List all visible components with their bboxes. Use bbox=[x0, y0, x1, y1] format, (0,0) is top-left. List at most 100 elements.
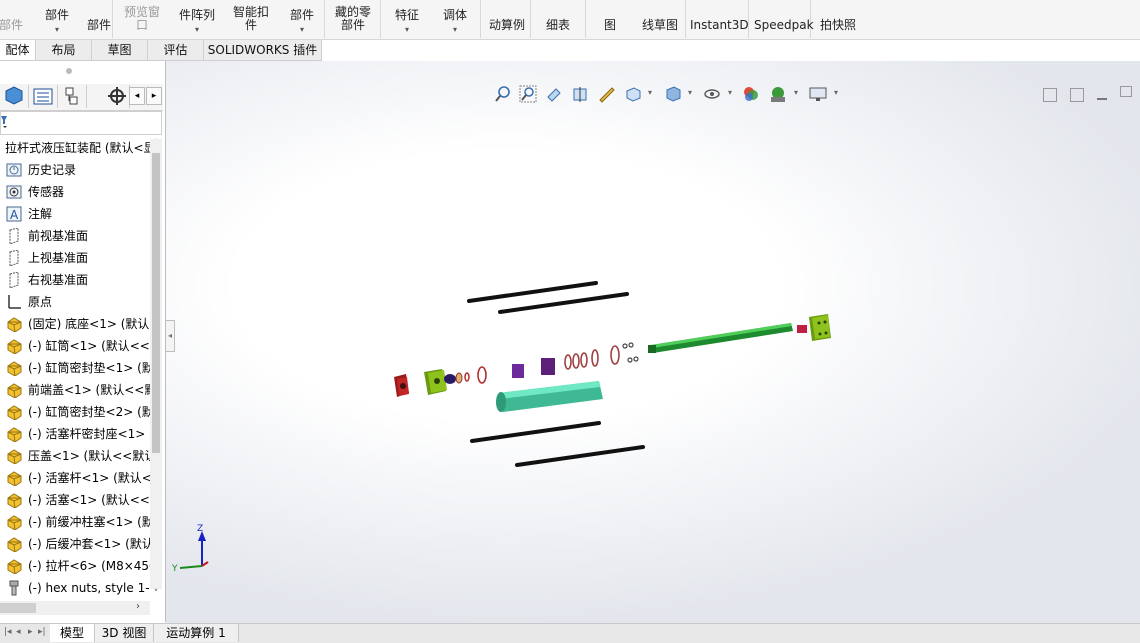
next-tab-icon[interactable]: ▸ bbox=[28, 627, 36, 638]
ribbon-command-label: 拍快照 bbox=[819, 18, 856, 32]
ribbon-command-10[interactable]: 动算例 bbox=[485, 19, 529, 32]
scrollbar-thumb[interactable] bbox=[152, 153, 160, 453]
tree-item[interactable]: (-) 活塞<1> (默认<<默 bbox=[0, 489, 150, 511]
dropdown-caret-icon[interactable]: ▾ bbox=[172, 23, 222, 36]
ribbon-command-16[interactable]: 拍快照 bbox=[818, 19, 858, 32]
dynamic-annotation-icon[interactable] bbox=[598, 85, 616, 103]
tree-item[interactable]: 上视基准面 bbox=[0, 247, 150, 269]
tree-item[interactable]: 历史记录 bbox=[0, 159, 150, 181]
tab-assembly[interactable]: 配体 bbox=[0, 40, 36, 60]
property-manager-tab-icon[interactable] bbox=[29, 85, 58, 108]
dropdown-caret-icon[interactable]: ▾ bbox=[40, 23, 74, 36]
ribbon-command-3[interactable]: 预览窗口 bbox=[116, 6, 168, 32]
tree-item[interactable]: (-) 缸筒<1> (默认<<默 bbox=[0, 335, 150, 357]
view-settings-icon[interactable] bbox=[809, 85, 827, 103]
part-icon bbox=[7, 427, 22, 442]
hide-show-items-icon[interactable] bbox=[703, 85, 721, 103]
tree-vertical-scrollbar[interactable] bbox=[150, 139, 162, 589]
dropdown-caret-icon[interactable]: ▾ bbox=[282, 23, 322, 36]
tab-sketch[interactable]: 草图 bbox=[92, 40, 148, 60]
ribbon-command-7[interactable]: 藏的零 部件 bbox=[330, 6, 376, 32]
ribbon-command-9[interactable]: 调体 ▾ bbox=[438, 9, 472, 36]
ribbon-command-8[interactable]: 特征 ▾ bbox=[390, 9, 424, 36]
ribbon-command-label: 部件 bbox=[289, 8, 314, 22]
zoom-to-fit-icon[interactable] bbox=[494, 85, 512, 103]
zoom-to-area-icon[interactable] bbox=[519, 85, 537, 103]
ribbon-command-0[interactable]: 部件 bbox=[0, 19, 26, 32]
tab-layout[interactable]: 布局 bbox=[36, 40, 92, 60]
ribbon-command-label: 特征 bbox=[394, 8, 419, 22]
display-style-icon[interactable] bbox=[664, 85, 682, 103]
view-orientation-icon[interactable] bbox=[624, 85, 642, 103]
tab-solidworks-addins[interactable]: SOLIDWORKS 插件 bbox=[204, 40, 322, 60]
scroll-down-icon[interactable]: ˅ bbox=[151, 589, 161, 601]
panel-splitter-icon[interactable]: ◂ bbox=[165, 320, 175, 352]
tree-item-label: (-) hex nuts, style 1-g bbox=[28, 581, 150, 595]
tree-item[interactable]: 右视基准面 bbox=[0, 269, 150, 291]
configuration-manager-tab-icon[interactable] bbox=[58, 85, 87, 108]
tree-item[interactable]: (-) 活塞杆密封座<1> ( bbox=[0, 423, 150, 445]
tie-rod-4 bbox=[515, 445, 645, 467]
feature-manager-panel: ◂ ▸ 拉杆式液压缸装配 (默认<显 历史记录传感器 A 注解前视基准面上视基准面右… bbox=[0, 61, 166, 622]
part-icon bbox=[7, 449, 22, 464]
dimxpert-tab-icon[interactable] bbox=[105, 85, 130, 108]
section-view-icon[interactable] bbox=[572, 85, 590, 103]
tree-item-label: 传感器 bbox=[28, 185, 65, 199]
ribbon-command-4[interactable]: 件阵列 ▾ bbox=[172, 9, 222, 36]
rear-buffer-sleeve bbox=[797, 325, 807, 333]
dropdown-caret-icon[interactable]: ▾ bbox=[390, 23, 424, 36]
hscrollbar-thumb[interactable] bbox=[0, 603, 36, 613]
tab-evaluate[interactable]: 评估 bbox=[148, 40, 204, 60]
tree-root-assembly[interactable]: 拉杆式液压缸装配 (默认<显 bbox=[0, 137, 150, 159]
ribbon-command-12[interactable]: 图 bbox=[590, 19, 630, 32]
tree-item-label: 前视基准面 bbox=[28, 229, 89, 243]
tabs-scroll-left-icon[interactable]: ◂ bbox=[129, 87, 145, 105]
tree-horizontal-scrollbar[interactable]: › bbox=[0, 601, 150, 615]
ribbon-command-11[interactable]: 细表 bbox=[538, 19, 578, 32]
panel-grip[interactable] bbox=[66, 68, 72, 74]
feature-manager-tab-icon[interactable] bbox=[0, 85, 29, 108]
tab-model[interactable]: 模型 bbox=[50, 624, 95, 642]
tree-filter-input[interactable] bbox=[0, 111, 162, 135]
tree-item[interactable]: 压盖<1> (默认<<默认 bbox=[0, 445, 150, 467]
tree-item[interactable]: 前视基准面 bbox=[0, 225, 150, 247]
tree-item[interactable]: (-) 缸筒密封垫<2> (默 bbox=[0, 401, 150, 423]
apply-scene-icon[interactable] bbox=[769, 85, 787, 103]
tree-item[interactable]: (-) 活塞杆<1> (默认< bbox=[0, 467, 150, 489]
tabs-scroll-right-icon[interactable]: ▸ bbox=[146, 87, 162, 105]
tree-item[interactable]: 原点 bbox=[0, 291, 150, 313]
tree-item[interactable]: 前端盖<1> (默认<<默 bbox=[0, 379, 150, 401]
plane-icon bbox=[9, 228, 19, 244]
previous-view-icon[interactable] bbox=[546, 85, 564, 103]
ribbon-separator bbox=[585, 0, 586, 38]
ribbon-command-15[interactable]: Speedpak bbox=[754, 19, 814, 32]
exploded-assembly-view bbox=[179, 281, 831, 569]
prev-tab-icon[interactable]: ◂ bbox=[16, 627, 24, 638]
tree-item[interactable]: (-) 缸筒密封垫<1> (默 bbox=[0, 357, 150, 379]
first-tab-icon[interactable]: |◂ bbox=[4, 627, 12, 638]
tree-item[interactable]: (-) hex nuts, style 1-g bbox=[0, 577, 150, 597]
ribbon-command-6[interactable]: 部件 ▾ bbox=[282, 9, 322, 36]
tab-3d-views[interactable]: 3D 视图 bbox=[95, 624, 154, 642]
ribbon-command-2[interactable]: 部件 bbox=[84, 19, 114, 32]
tree-item-label: 注解 bbox=[28, 207, 53, 221]
tree-item-label: (-) 活塞杆密封座<1> ( bbox=[28, 427, 150, 441]
tree-item[interactable]: (-) 后缓冲套<1> (默认 bbox=[0, 533, 150, 555]
graphics-viewport[interactable]: Z Y bbox=[166, 61, 1140, 623]
edit-appearance-icon[interactable] bbox=[742, 85, 760, 103]
ribbon-command-1[interactable]: 部件 ▾ bbox=[40, 9, 74, 36]
scroll-right-icon[interactable]: › bbox=[136, 601, 140, 612]
tab-motion-study-1[interactable]: 运动算例 1 bbox=[154, 624, 239, 642]
tree-item[interactable]: (-) 前缓冲柱塞<1> (默 bbox=[0, 511, 150, 533]
tree-item[interactable]: (-) 拉杆<6> (M8×450 bbox=[0, 555, 150, 577]
dropdown-caret-icon[interactable]: ▾ bbox=[438, 23, 472, 36]
ribbon-command-13[interactable]: 线草图 bbox=[638, 19, 682, 32]
tree-item[interactable]: A 注解 bbox=[0, 203, 150, 225]
tree-item[interactable]: (固定) 底座<1> (默认<< bbox=[0, 313, 150, 335]
last-tab-icon[interactable]: ▸| bbox=[38, 627, 46, 638]
cylinder-barrel bbox=[496, 381, 603, 412]
ribbon-command-14[interactable]: Instant3D bbox=[690, 19, 749, 32]
tree-item[interactable]: 传感器 bbox=[0, 181, 150, 203]
ribbon-command-label: 线草图 bbox=[641, 18, 678, 32]
ribbon-command-5[interactable]: 智能扣件 bbox=[226, 6, 276, 32]
